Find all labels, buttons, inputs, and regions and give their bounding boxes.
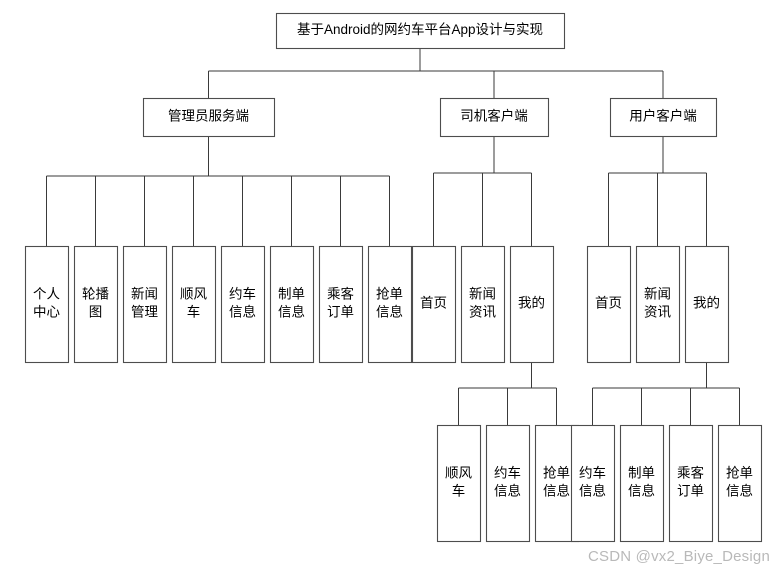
admin-child-4-label: 信息 — [229, 304, 256, 320]
level2-node-user[interactable]: 用户客户端 — [609, 97, 718, 138]
driver-grandchild-1-label: 约车 — [494, 465, 521, 481]
driver-grandchild-2-label: 抢单 — [543, 465, 570, 481]
admin-child-4[interactable]: 约车信息 — [220, 245, 266, 364]
admin-child-4-label: 约车 — [229, 286, 256, 302]
user-child-1-label: 资讯 — [644, 305, 672, 320]
admin-child-1[interactable]: 轮播图 — [73, 245, 119, 364]
driver-grandchild-1-label: 信息 — [494, 483, 521, 499]
admin-child-5-label: 制单 — [278, 287, 305, 302]
driver-grandchild-0-label: 顺风 — [445, 466, 472, 481]
user-grandchild-2-label: 乘客 — [677, 465, 705, 481]
driver-grandchild-2-label: 信息 — [543, 483, 570, 499]
level2-node-driver[interactable]: 司机客户端 — [439, 97, 550, 138]
user-child-1[interactable]: 新闻资讯 — [635, 245, 681, 364]
admin-child-7-label: 信息 — [376, 304, 403, 320]
admin-child-5[interactable]: 制单信息 — [269, 245, 315, 364]
user-grandchild-3-label: 抢单 — [726, 465, 753, 481]
driver-child-1-label: 新闻 — [469, 287, 496, 302]
admin-child-2-label: 管理 — [131, 305, 158, 320]
admin-child-0[interactable]: 个人中心 — [24, 245, 70, 364]
admin-child-6-label: 订单 — [327, 305, 354, 320]
driver-grandchild-0-label: 车 — [452, 483, 466, 499]
user-grandchild-0-label: 约车 — [579, 465, 606, 481]
admin-child-5-label: 信息 — [278, 304, 305, 320]
user-grandchild-1[interactable]: 制单信息 — [619, 424, 665, 543]
level2-node-driver-label: 司机客户端 — [460, 108, 528, 124]
root-node-label: 基于Android的网约车平台App设计与实现 — [297, 21, 543, 37]
admin-child-1-label: 轮播 — [82, 287, 109, 302]
admin-child-6-label: 乘客 — [327, 286, 354, 302]
user-grandchild-1-label: 信息 — [628, 483, 655, 499]
root-node[interactable]: 基于Android的网约车平台App设计与实现 — [275, 12, 566, 50]
watermark-label: CSDN @vx2_Biye_Design — [588, 548, 770, 565]
driver-child-2[interactable]: 我的 — [509, 245, 555, 364]
admin-child-2[interactable]: 新闻管理 — [122, 245, 168, 364]
node-layer: 基于Android的网约车平台App设计与实现管理员服务端 司机客户端 用户客户端个… — [24, 12, 763, 543]
admin-child-6[interactable]: 乘客订单 — [318, 245, 364, 364]
admin-child-3[interactable]: 顺风车 — [171, 245, 217, 364]
admin-child-3-label: 顺风 — [180, 287, 207, 302]
hierarchy-diagram: 基于Android的网约车平台App设计与实现管理员服务端 司机客户端 用户客户端个… — [24, 12, 763, 543]
driver-child-1-label: 资讯 — [469, 305, 496, 320]
user-grandchild-2-label: 订单 — [677, 484, 704, 499]
driver-child-0-label: 首页 — [420, 296, 447, 311]
admin-child-0-label: 个人 — [33, 287, 60, 302]
driver-grandchild-0[interactable]: 顺风车 — [436, 424, 482, 543]
user-grandchild-2[interactable]: 乘客订单 — [668, 424, 714, 543]
diagram-canvas: 基于Android的网约车平台App设计与实现管理员服务端 司机客户端 用户客户端个… — [0, 0, 780, 573]
user-child-2[interactable]: 我的 — [684, 245, 730, 364]
admin-child-0-label: 中心 — [33, 305, 60, 320]
driver-child-0[interactable]: 首页 — [411, 245, 457, 364]
user-child-2-label: 我的 — [693, 296, 720, 311]
user-child-1-label: 新闻 — [644, 287, 671, 302]
user-grandchild-1-label: 制单 — [628, 466, 655, 481]
admin-child-1-label: 图 — [89, 305, 103, 320]
admin-child-3-label: 车 — [187, 304, 201, 320]
user-grandchild-3[interactable]: 抢单信息 — [717, 424, 763, 543]
level2-node-admin-label: 管理员服务端 — [168, 109, 249, 124]
user-child-0[interactable]: 首页 — [586, 245, 632, 364]
admin-child-7[interactable]: 抢单信息 — [367, 245, 413, 364]
driver-grandchild-1[interactable]: 约车信息 — [485, 424, 531, 543]
admin-child-2-label: 新闻 — [131, 287, 158, 302]
admin-child-7-label: 抢单 — [376, 286, 403, 302]
user-grandchild-0-label: 信息 — [579, 483, 606, 499]
user-grandchild-0[interactable]: 约车信息 — [570, 424, 616, 543]
level2-node-user-label: 用户客户端 — [629, 108, 697, 124]
driver-child-2-label: 我的 — [518, 296, 545, 311]
driver-child-1[interactable]: 新闻资讯 — [460, 245, 506, 364]
level2-node-admin[interactable]: 管理员服务端 — [142, 97, 276, 138]
user-grandchild-3-label: 信息 — [726, 483, 753, 499]
user-child-0-label: 首页 — [595, 296, 622, 311]
